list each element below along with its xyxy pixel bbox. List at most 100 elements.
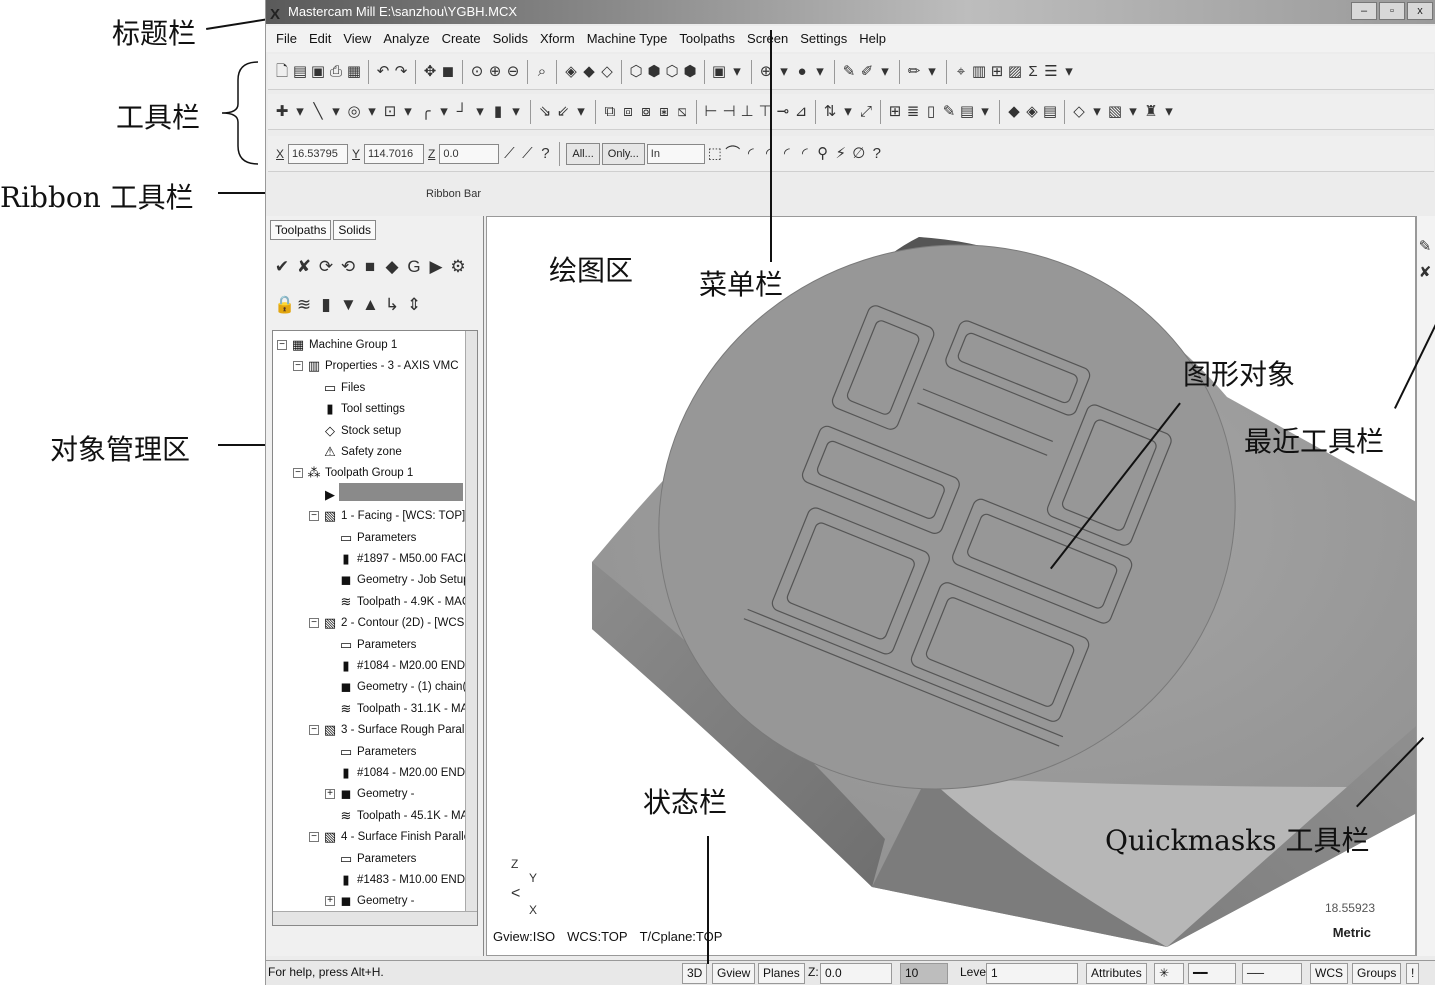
- menu-create[interactable]: Create: [436, 26, 487, 52]
- trim-icon[interactable]: ┘: [454, 103, 470, 121]
- tab-solids[interactable]: Solids: [333, 220, 377, 240]
- select-icon[interactable]: ⇘: [537, 103, 553, 121]
- fillet-icon[interactable]: ╭: [418, 103, 434, 121]
- offset-icon[interactable]: ⧅: [674, 103, 690, 121]
- chevron-down-icon[interactable]: ▾: [292, 103, 308, 121]
- grid-icon[interactable]: ▥: [971, 63, 987, 81]
- tree-item[interactable]: + ◼ Geometry -: [325, 891, 415, 911]
- help-icon[interactable]: ?: [869, 145, 885, 163]
- tree-expander-icon[interactable]: −: [309, 725, 319, 736]
- menu-help[interactable]: Help: [853, 26, 892, 52]
- chain-icon[interactable]: ⌒: [725, 145, 741, 163]
- planes-button[interactable]: Planes: [758, 963, 805, 984]
- page-icon[interactable]: ▤: [959, 103, 975, 121]
- tree-item[interactable]: − ▧ 1 - Facing - [WCS: TOP] - [To: [309, 506, 477, 526]
- insert-arrow-icon[interactable]: ↳: [384, 296, 400, 314]
- chevron-down-icon[interactable]: ▾: [1061, 63, 1077, 81]
- window-select-icon[interactable]: ⬚: [707, 145, 723, 163]
- post-icon[interactable]: ▤: [1042, 103, 1058, 121]
- select-only-button[interactable]: Only...: [601, 142, 645, 165]
- tree-horizontal-scrollbar[interactable]: [273, 911, 477, 925]
- fit-icon[interactable]: ◼: [440, 63, 456, 81]
- menu-solids[interactable]: Solids: [487, 26, 534, 52]
- recent-tool-icon[interactable]: ✘: [1417, 264, 1433, 282]
- save-icon[interactable]: ▣: [310, 63, 326, 81]
- stock-icon[interactable]: ▧: [1107, 103, 1123, 121]
- tree-expander-icon[interactable]: −: [309, 511, 319, 522]
- mirror-icon[interactable]: ⧈: [620, 103, 636, 121]
- redo-icon[interactable]: ↷: [393, 63, 409, 81]
- brush-icon[interactable]: ✏: [906, 63, 922, 81]
- tool-manager-icon[interactable]: ◇: [1071, 103, 1087, 121]
- menu-view[interactable]: View: [337, 26, 377, 52]
- chevron-down-icon[interactable]: ▾: [729, 63, 745, 81]
- clamp-icon[interactable]: ♜: [1143, 103, 1159, 121]
- top-view-icon[interactable]: ⬡: [628, 63, 644, 81]
- wireframe-icon[interactable]: ◇: [599, 63, 615, 81]
- selection-mode-select[interactable]: In: [646, 143, 705, 164]
- tree-item[interactable]: ≋ Toolpath - 31.1K - MACHI: [325, 699, 477, 719]
- chevron-down-icon[interactable]: ▾: [400, 103, 416, 121]
- menu-machine-type[interactable]: Machine Type: [581, 26, 674, 52]
- arc-select-icon[interactable]: ◜: [743, 145, 759, 163]
- tree-item[interactable]: ▮ #1897 - M50.00 FACE M: [325, 549, 477, 569]
- tree-item[interactable]: ◼ Geometry - Job Setup Sto: [325, 570, 477, 590]
- select-dirty-icon[interactable]: ✘: [296, 258, 312, 276]
- table-icon[interactable]: ⊞: [887, 103, 903, 121]
- pencil-icon[interactable]: ✎: [841, 63, 857, 81]
- arc-select-icon[interactable]: ◜: [779, 145, 795, 163]
- tree-item[interactable]: ▮ #1084 - M20.00 ENDMILL: [325, 656, 477, 676]
- rotate-icon[interactable]: ⧇: [638, 103, 654, 121]
- tree-item[interactable]: ▮ #1084 - M20.00 ENDMILL: [325, 763, 477, 783]
- minimize-button[interactable]: –: [1351, 2, 1377, 20]
- lock-icon[interactable]: 🔒: [274, 296, 295, 314]
- attributes-button[interactable]: Attributes: [1086, 963, 1147, 984]
- tree-expander-icon[interactable]: +: [325, 896, 335, 907]
- preview-icon[interactable]: ▦: [346, 63, 362, 81]
- open-file-icon[interactable]: ▤: [292, 63, 308, 81]
- align-right-icon[interactable]: ⊣: [721, 103, 737, 121]
- tree-item[interactable]: ≋ Toolpath - 45.1K - MACHI: [325, 806, 477, 826]
- scroll-icon[interactable]: ⇕: [406, 296, 422, 314]
- undo-icon[interactable]: ↶: [375, 63, 391, 81]
- select-chain-icon[interactable]: ⇙: [555, 103, 571, 121]
- tree-expander-icon[interactable]: −: [293, 468, 303, 479]
- tree-item[interactable]: − ▦ Machine Group 1: [277, 335, 397, 355]
- wrap-icon[interactable]: ⊸: [775, 103, 791, 121]
- tree-expander-icon[interactable]: −: [293, 361, 303, 372]
- verify-icon[interactable]: ◆: [1006, 103, 1022, 121]
- fast-point-icon[interactable]: ⟋: [501, 145, 517, 163]
- tree-item[interactable]: ▭ Parameters: [325, 528, 417, 548]
- regenerate-icon[interactable]: ⟳: [318, 258, 334, 276]
- tree-item[interactable]: −▧ 4 - Surface Finish Parallel - [W: [309, 827, 477, 847]
- color-field[interactable]: 10: [900, 963, 948, 984]
- analyze-icon[interactable]: ⌖: [953, 63, 969, 81]
- info-button[interactable]: !: [1406, 963, 1420, 984]
- tree-vertical-scrollbar[interactable]: [465, 331, 477, 925]
- graphics-area[interactable]: 绘图区 菜单栏 图形对象 状态栏 Quickmasks 工具栏 Z Y < X …: [486, 216, 1417, 956]
- new-file-icon[interactable]: 🗋: [274, 63, 290, 81]
- zoom-window-icon[interactable]: ⊙: [469, 63, 485, 81]
- z-coordinate-field[interactable]: 0.0: [439, 143, 500, 164]
- print-icon[interactable]: ⎙: [328, 63, 344, 81]
- side-view-icon[interactable]: ⬡: [664, 63, 680, 81]
- tree-item[interactable]: ▶: [309, 485, 341, 505]
- zoom-icon[interactable]: ⌕: [534, 63, 550, 81]
- point-icon[interactable]: ✚: [274, 103, 290, 121]
- chevron-down-icon[interactable]: ▾: [812, 63, 828, 81]
- move-up-icon[interactable]: ▲: [362, 296, 379, 314]
- tree-item[interactable]: + ◼ Geometry -: [325, 784, 415, 804]
- arc-select-icon[interactable]: ◜: [761, 145, 777, 163]
- tree-item[interactable]: ▭ Files: [309, 378, 365, 398]
- drag-icon[interactable]: ⊿: [793, 103, 809, 121]
- wand-icon[interactable]: ⚡: [833, 145, 849, 163]
- chevron-down-icon[interactable]: ▾: [877, 63, 893, 81]
- toggle-display-icon[interactable]: ≋: [296, 296, 312, 314]
- tab-toolpaths[interactable]: Toolpaths: [270, 220, 332, 240]
- edit-icon[interactable]: ✎: [941, 103, 957, 121]
- list-icon[interactable]: ☰: [1043, 63, 1059, 81]
- lines-icon[interactable]: ≣: [905, 103, 921, 121]
- menu-settings[interactable]: Settings: [794, 26, 853, 52]
- arc-select-icon[interactable]: ◜: [797, 145, 813, 163]
- filter-icon[interactable]: ⚲: [815, 145, 831, 163]
